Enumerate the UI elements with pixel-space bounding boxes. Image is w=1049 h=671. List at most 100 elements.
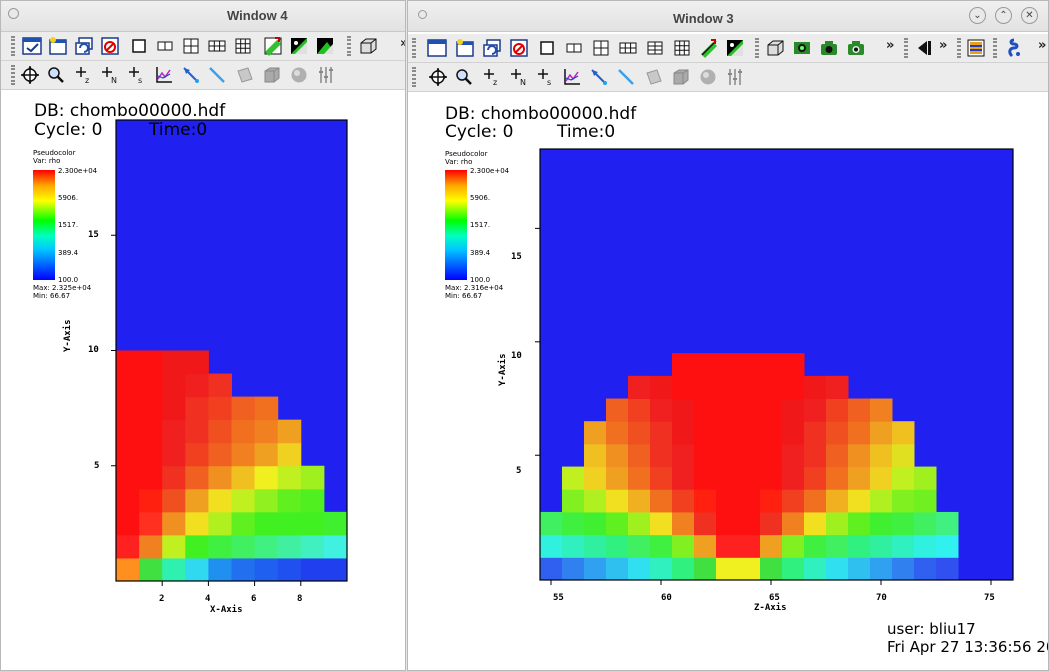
window-3-menu-button[interactable]: [418, 10, 427, 19]
toolbar-overflow-button[interactable]: »: [1038, 38, 1046, 53]
layout-3x3-icon[interactable]: [233, 36, 253, 56]
navigate-mode-icon[interactable]: [20, 65, 40, 85]
clone-window-icon[interactable]: [482, 38, 502, 58]
layout-2x2-icon[interactable]: [181, 36, 201, 56]
active-window-icon[interactable]: [427, 38, 447, 58]
layout-2x3-icon[interactable]: [618, 38, 638, 58]
spreadsheet-pick-icon[interactable]: s: [127, 65, 147, 85]
heatmap-cell: [782, 466, 805, 490]
window-4-titlebar[interactable]: Window 4: [1, 1, 405, 32]
axis-restriction-tool-icon[interactable]: [316, 65, 336, 85]
lineout-icon[interactable]: [181, 65, 201, 85]
active-window-icon[interactable]: [22, 36, 42, 56]
toolbar-grip[interactable]: [11, 36, 15, 56]
heatmap-cell: [162, 442, 186, 467]
layout-1x2-icon[interactable]: [564, 38, 584, 58]
node-pick-icon[interactable]: N: [509, 67, 529, 87]
python-icon[interactable]: [1004, 38, 1024, 58]
animation-reverse-icon[interactable]: [913, 38, 933, 58]
toolbar-overflow-button[interactable]: »: [400, 36, 405, 51]
add-window-icon[interactable]: [48, 36, 68, 56]
curve-query-icon[interactable]: [154, 65, 174, 85]
lock-view-icon[interactable]: [699, 38, 719, 58]
heatmap-cell: [562, 557, 585, 581]
color-table-icon[interactable]: [289, 36, 309, 56]
spreadsheet-pick-icon[interactable]: s: [536, 67, 556, 87]
svg-text:z: z: [493, 78, 497, 87]
heatmap-cell: [231, 442, 256, 467]
sphere-tool-icon[interactable]: [698, 67, 718, 87]
box-tool-icon[interactable]: [262, 65, 282, 85]
plane-tool-icon[interactable]: [644, 67, 664, 87]
lock-time-icon[interactable]: [315, 36, 335, 56]
line-tool-icon[interactable]: [616, 67, 636, 87]
line-tool-icon[interactable]: [207, 65, 227, 85]
heatmap-cell: [562, 489, 585, 513]
x-tick-label: 60: [661, 593, 672, 603]
delete-window-icon[interactable]: [100, 36, 120, 56]
toolbar-grip[interactable]: [993, 38, 997, 58]
heatmap-cell: [650, 421, 673, 445]
zone-pick-icon[interactable]: z: [482, 67, 502, 87]
heatmap-cell: [606, 466, 629, 490]
layout-1x1-icon[interactable]: [537, 38, 557, 58]
zoom-mode-icon[interactable]: [454, 67, 474, 87]
heatmap-cell: [116, 557, 140, 582]
zone-pick-icon[interactable]: z: [74, 65, 94, 85]
toolbar-overflow-button[interactable]: »: [886, 38, 894, 53]
view-settings-icon[interactable]: [966, 38, 986, 58]
toolbar-grip[interactable]: [11, 65, 15, 85]
toolbar-grip[interactable]: [755, 38, 759, 58]
layout-2x2-icon[interactable]: [591, 38, 611, 58]
layout-3x2-icon[interactable]: [645, 38, 665, 58]
heatmap-cell: [804, 443, 827, 468]
box-tool-icon[interactable]: [671, 67, 691, 87]
plane-tool-icon[interactable]: [235, 65, 255, 85]
heatmap-cell: [760, 443, 783, 468]
layout-2x3-icon[interactable]: [207, 36, 227, 56]
layout-1x2-icon[interactable]: [155, 36, 175, 56]
toolbar-overflow-button[interactable]: »: [939, 38, 947, 53]
window-3-titlebar[interactable]: Window 3 ⌄ ⌃ ✕: [408, 1, 1048, 32]
clone-window-icon[interactable]: [74, 36, 94, 56]
close-button[interactable]: ✕: [1021, 7, 1038, 24]
add-window-icon[interactable]: [455, 38, 475, 58]
minimize-button[interactable]: ⌄: [969, 7, 986, 24]
rendering-options-icon[interactable]: [792, 38, 812, 58]
heatmap-cell: [628, 398, 651, 422]
heatmap-cell: [208, 511, 232, 536]
navigate-mode-icon[interactable]: [428, 67, 448, 87]
heatmap-cell: [277, 534, 302, 559]
window-4-menu-button[interactable]: [8, 8, 19, 19]
window-3-viewport[interactable]: DB: chombo00000.hdf Cycle: 0 Time:0 Pseu…: [408, 92, 1048, 670]
zoom-mode-icon[interactable]: [46, 65, 66, 85]
axis-restriction-tool-icon[interactable]: [725, 67, 745, 87]
maximize-button[interactable]: ⌃: [995, 7, 1012, 24]
color-table-icon[interactable]: [725, 38, 745, 58]
layout-3x3-icon[interactable]: [672, 38, 692, 58]
layout-1x1-icon[interactable]: [129, 36, 149, 56]
lineout-icon[interactable]: [589, 67, 609, 87]
heatmap-cell: [870, 489, 893, 513]
heatmap-cell: [231, 557, 256, 582]
toolbar-grip[interactable]: [412, 38, 416, 58]
toolbar-grip[interactable]: [412, 67, 416, 87]
camera-icon[interactable]: [819, 38, 839, 58]
save-window-icon[interactable]: [846, 38, 866, 58]
delete-window-icon[interactable]: [509, 38, 529, 58]
toolbar-grip[interactable]: [904, 38, 908, 58]
toolbar-grip[interactable]: [347, 36, 351, 56]
heatmap-cell: [870, 398, 893, 422]
lock-view-icon[interactable]: [263, 36, 283, 56]
node-pick-icon[interactable]: N: [100, 65, 120, 85]
heatmap-cell: [208, 557, 232, 582]
toolbar-grip[interactable]: [957, 38, 961, 58]
sphere-tool-icon[interactable]: [289, 65, 309, 85]
heatmap-cell: [162, 465, 186, 490]
curve-query-icon[interactable]: [562, 67, 582, 87]
heatmap-cell: [584, 489, 607, 513]
view-3d-box-icon[interactable]: [358, 36, 378, 56]
heatmap-cell: [628, 557, 651, 581]
window-4-viewport[interactable]: DB: chombo00000.hdf Cycle: 0 Time:0 Pseu…: [1, 90, 405, 670]
view-3d-box-icon[interactable]: [765, 38, 785, 58]
